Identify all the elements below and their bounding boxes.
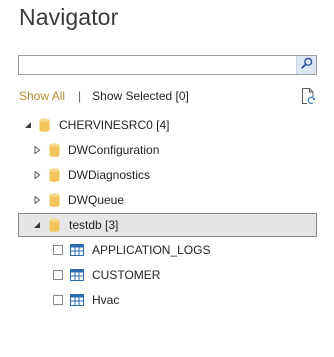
database-icon	[38, 118, 50, 132]
tree-item-hvac[interactable]: Hvac	[0, 288, 334, 312]
database-icon	[48, 168, 60, 182]
tree-root-label: CHERVINESRC0 [4]	[59, 118, 170, 132]
table-checkbox[interactable]	[53, 245, 63, 255]
links-separator: |	[78, 89, 82, 103]
tree-item-dwconfiguration[interactable]: DWConfiguration	[0, 138, 334, 162]
refresh-document-icon	[299, 88, 317, 109]
table-checkbox[interactable]	[53, 295, 63, 305]
table-icon	[70, 294, 84, 306]
tree-item-dwdiagnostics[interactable]: DWDiagnostics	[0, 163, 334, 187]
table-icon	[70, 244, 84, 256]
expand-triangle-icon[interactable]	[33, 146, 41, 154]
tree-item-application-logs[interactable]: APPLICATION_LOGS	[0, 238, 334, 262]
collapse-triangle-icon[interactable]	[24, 121, 32, 129]
search-icon	[300, 56, 313, 74]
tree-item-dwqueue[interactable]: DWQueue	[0, 188, 334, 212]
tree-root-node[interactable]: CHERVINESRC0 [4]	[0, 113, 334, 137]
search-box	[18, 55, 317, 75]
tree-item-label: DWDiagnostics	[68, 168, 151, 182]
tree-item-label: DWQueue	[68, 193, 125, 207]
collapse-triangle-icon[interactable]	[33, 221, 41, 229]
table-checkbox[interactable]	[53, 270, 63, 280]
refresh-button[interactable]	[299, 87, 317, 105]
expand-triangle-icon[interactable]	[33, 196, 41, 204]
page-title: Navigator	[19, 4, 119, 30]
filter-links: Show All | Show Selected [0]	[19, 89, 189, 103]
tree-item-label: CUSTOMER	[92, 268, 161, 282]
tree-item-customer[interactable]: CUSTOMER	[0, 263, 334, 287]
tree-item-label: Hvac	[92, 293, 120, 307]
tree-item-testdb[interactable]: testdb [3]	[18, 213, 317, 237]
database-icon	[48, 193, 60, 207]
show-selected-link[interactable]: Show Selected [0]	[92, 89, 189, 103]
tree-item-label: APPLICATION_LOGS	[92, 243, 211, 257]
database-icon	[48, 143, 60, 157]
search-input[interactable]	[19, 56, 295, 74]
expand-triangle-icon[interactable]	[33, 171, 41, 179]
tree-item-label: testdb [3]	[69, 218, 119, 232]
database-icon	[48, 218, 60, 232]
show-all-link[interactable]: Show All	[19, 89, 65, 103]
tree-item-label: DWConfiguration	[68, 143, 160, 157]
table-icon	[70, 269, 84, 281]
search-button[interactable]	[296, 56, 316, 74]
